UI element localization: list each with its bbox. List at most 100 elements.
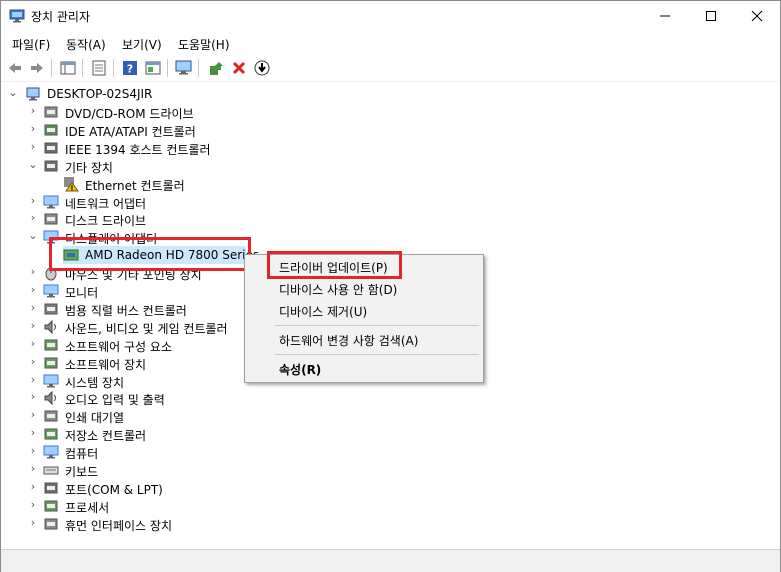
tree-category-label: 기타 장치 bbox=[65, 161, 113, 175]
back-button[interactable] bbox=[5, 58, 25, 78]
tree-category-label: IDE ATA/ATAPI 컨트롤러 bbox=[65, 125, 196, 139]
monitor-icon bbox=[43, 284, 59, 298]
tree-category-item[interactable]: ⌄ 기타 장치 bbox=[1, 157, 780, 176]
network-adapter-icon bbox=[43, 195, 59, 209]
chevron-right-icon[interactable]: › bbox=[27, 338, 39, 350]
menu-item-properties[interactable]: 속성(R) bbox=[245, 358, 483, 380]
tree-category-item[interactable]: › 프로세서 bbox=[1, 497, 780, 516]
processor-icon bbox=[44, 500, 58, 512]
chevron-right-icon[interactable]: › bbox=[27, 427, 39, 439]
chevron-right-icon[interactable]: › bbox=[27, 409, 39, 421]
chevron-right-icon[interactable]: › bbox=[27, 374, 39, 386]
chevron-right-icon[interactable]: › bbox=[27, 517, 39, 529]
console-tree-icon bbox=[60, 61, 76, 75]
scan-hardware-toolbar-button[interactable] bbox=[174, 58, 194, 78]
tree-category-label: 프로세서 bbox=[65, 501, 110, 515]
menu-separator bbox=[275, 325, 479, 326]
update-driver-icon bbox=[210, 62, 223, 75]
tree-child-item[interactable]: ! Ethernet 컨트롤러 bbox=[1, 175, 780, 193]
properties-icon bbox=[92, 60, 106, 76]
chevron-right-icon[interactable]: › bbox=[27, 302, 39, 314]
keyboard-icon bbox=[43, 466, 59, 475]
tree-category-label: 디스크 드라이브 bbox=[65, 214, 147, 228]
chevron-right-icon[interactable]: › bbox=[27, 445, 39, 457]
tree-category-item[interactable]: › 휴먼 인터페이스 장치 bbox=[1, 515, 780, 534]
menu-help[interactable]: 도움말(H) bbox=[178, 36, 230, 53]
tree-category-label: 인쇄 대기열 bbox=[65, 411, 125, 425]
menu-item-disable-device[interactable]: 디바이스 사용 안 함(D) bbox=[245, 278, 483, 300]
chevron-right-icon[interactable]: › bbox=[27, 195, 39, 207]
forward-button[interactable] bbox=[27, 58, 47, 78]
tree-category-item[interactable]: › 저장소 컨트롤러 bbox=[1, 425, 780, 444]
chevron-right-icon[interactable]: › bbox=[27, 266, 39, 278]
help-toolbar-button[interactable]: ? bbox=[120, 58, 140, 78]
chevron-down-icon[interactable]: ⌄ bbox=[27, 230, 39, 242]
download-circle-icon bbox=[254, 60, 270, 76]
menu-item-scan-hardware[interactable]: 하드웨어 변경 사항 검색(A) bbox=[245, 329, 483, 351]
chevron-down-icon[interactable]: ⌄ bbox=[27, 159, 39, 171]
tree-category-item[interactable]: › 인쇄 대기열 bbox=[1, 407, 780, 426]
tree-category-item[interactable]: › IEEE 1394 호스트 컨트롤러 bbox=[1, 139, 780, 158]
chevron-right-icon[interactable]: › bbox=[27, 284, 39, 296]
tree-category-item[interactable]: › 키보드 bbox=[1, 461, 780, 480]
chevron-right-icon[interactable]: › bbox=[27, 463, 39, 475]
sound-icon bbox=[44, 319, 56, 335]
tree-root-label: DESKTOP-02S4JIR bbox=[47, 87, 153, 101]
toolbar-separator bbox=[82, 59, 83, 77]
chevron-right-icon[interactable]: › bbox=[27, 481, 39, 493]
tree-category-label: 저장소 컨트롤러 bbox=[65, 429, 147, 443]
action-pane-icon bbox=[145, 61, 161, 75]
other-devices-icon bbox=[44, 160, 58, 172]
forward-arrow-icon bbox=[31, 63, 43, 73]
ieee1394-icon bbox=[44, 142, 58, 154]
close-button[interactable] bbox=[734, 1, 780, 31]
update-driver-toolbar-button[interactable] bbox=[206, 58, 226, 78]
tree-category-item[interactable]: › 컴퓨터 bbox=[1, 443, 780, 462]
tree-category-item[interactable]: › 디스크 드라이브 bbox=[1, 210, 780, 229]
chevron-down-icon[interactable]: ⌄ bbox=[7, 87, 19, 99]
window-title: 장치 관리자 bbox=[31, 10, 91, 24]
maximize-button[interactable] bbox=[688, 1, 734, 31]
hid-icon bbox=[44, 518, 58, 530]
warning-device-icon: ! bbox=[64, 177, 79, 192]
chevron-right-icon[interactable]: › bbox=[27, 356, 39, 368]
tree-category-label: 모니터 bbox=[65, 286, 99, 300]
chevron-right-icon[interactable]: › bbox=[27, 391, 39, 403]
toolbar-separator bbox=[198, 59, 199, 77]
show-hide-console-tree-button[interactable] bbox=[58, 58, 78, 78]
properties-toolbar-button[interactable] bbox=[89, 58, 109, 78]
uninstall-toolbar-button[interactable] bbox=[229, 58, 249, 78]
red-x-icon bbox=[232, 61, 246, 75]
system-device-icon bbox=[43, 374, 59, 388]
tree-category-item[interactable]: › DVD/CD-ROM 드라이브 bbox=[1, 103, 780, 122]
menu-action[interactable]: 동작(A) bbox=[66, 36, 106, 53]
enable-device-toolbar-button[interactable] bbox=[252, 58, 272, 78]
chevron-right-icon[interactable]: › bbox=[27, 105, 39, 117]
menu-file[interactable]: 파일(F) bbox=[12, 36, 50, 53]
tree-category-item[interactable]: › 포트(COM & LPT) bbox=[1, 479, 780, 498]
disk-drive-icon bbox=[44, 213, 58, 225]
ide-controller-icon bbox=[44, 124, 58, 136]
back-arrow-icon bbox=[9, 63, 21, 73]
tree-category-item[interactable]: › IDE ATA/ATAPI 컨트롤러 bbox=[1, 121, 780, 140]
toolbar-separator bbox=[167, 59, 168, 77]
tree-category-item[interactable]: › 오디오 입력 및 출력 bbox=[1, 389, 780, 408]
minimize-button[interactable] bbox=[642, 1, 688, 31]
menu-item-uninstall-device[interactable]: 디바이스 제거(U) bbox=[245, 300, 483, 322]
chevron-right-icon[interactable]: › bbox=[27, 141, 39, 153]
tree-category-label: 키보드 bbox=[65, 465, 99, 479]
monitor-scan-icon bbox=[175, 60, 192, 75]
tree-root[interactable]: ⌄ DESKTOP-02S4JIR bbox=[1, 85, 780, 103]
chevron-right-icon[interactable]: › bbox=[27, 123, 39, 135]
device-manager-window: 장치 관리자 파일(F) 동작(A) 보기(V) 도움말(H) ? ⌄ DESK… bbox=[0, 0, 781, 572]
chevron-right-icon[interactable]: › bbox=[27, 320, 39, 332]
chevron-right-icon[interactable]: › bbox=[27, 499, 39, 511]
device-manager-icon bbox=[9, 9, 25, 23]
action-pane-button[interactable] bbox=[143, 58, 163, 78]
tree-category-item[interactable]: › 네트워크 어댑터 bbox=[1, 193, 780, 212]
tree-category-label: 소프트웨어 구성 요소 bbox=[65, 340, 172, 354]
dvd-drive-icon bbox=[44, 106, 58, 118]
chevron-right-icon[interactable]: › bbox=[27, 212, 39, 224]
menu-view[interactable]: 보기(V) bbox=[122, 36, 162, 53]
help-icon: ? bbox=[123, 61, 137, 76]
